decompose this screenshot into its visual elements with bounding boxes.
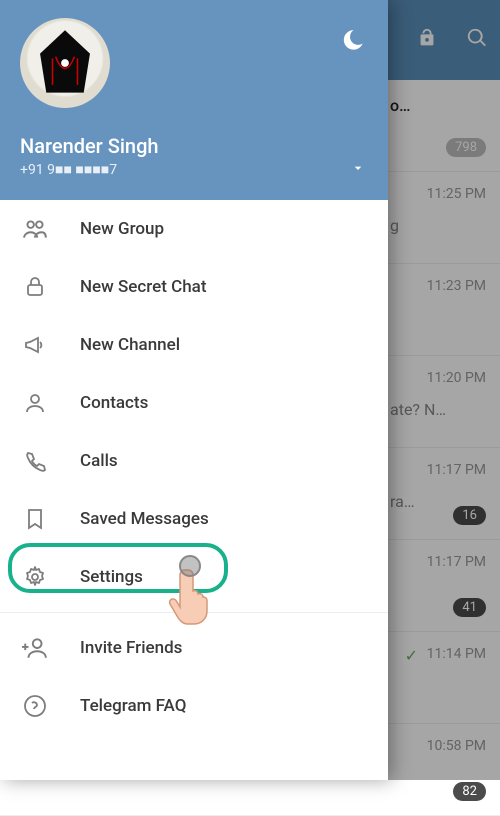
menu-label: Saved Messages [80, 509, 209, 529]
menu-label: New Secret Chat [80, 277, 207, 297]
menu-label: Contacts [80, 393, 148, 413]
menu-label: Invite Friends [80, 638, 182, 658]
night-mode-icon[interactable] [340, 28, 366, 58]
menu-label: Calls [80, 451, 118, 471]
avatar[interactable] [20, 18, 110, 108]
drawer-menu: New Group New Secret Chat New Channel Co… [0, 200, 388, 780]
menu-contacts[interactable]: Contacts [0, 374, 388, 432]
group-icon [22, 216, 48, 242]
menu-new-secret-chat[interactable]: New Secret Chat [0, 258, 388, 316]
unread-badge: 82 [453, 782, 486, 801]
user-phone: +91 9■■ ■■■■7 [20, 161, 368, 178]
menu-label: Settings [80, 567, 143, 587]
menu-divider [0, 612, 388, 613]
menu-telegram-faq[interactable]: Telegram FAQ [0, 677, 388, 735]
navigation-drawer: Narender Singh +91 9■■ ■■■■7 New Group N… [0, 0, 388, 780]
drawer-header: Narender Singh +91 9■■ ■■■■7 [0, 0, 388, 200]
menu-label: New Group [80, 219, 164, 239]
dim-overlay[interactable] [388, 0, 500, 780]
user-name: Narender Singh [20, 134, 368, 158]
person-icon [22, 391, 48, 415]
menu-new-channel[interactable]: New Channel [0, 316, 388, 374]
menu-label: Telegram FAQ [80, 696, 186, 716]
lock-icon [22, 275, 48, 299]
gear-icon [22, 565, 48, 589]
megaphone-icon [22, 333, 48, 357]
menu-saved-messages[interactable]: Saved Messages [0, 490, 388, 548]
menu-settings[interactable]: Settings [0, 548, 388, 606]
menu-label: New Channel [80, 335, 180, 355]
menu-calls[interactable]: Calls [0, 432, 388, 490]
help-icon [22, 694, 48, 718]
menu-invite-friends[interactable]: Invite Friends [0, 619, 388, 677]
chevron-down-icon[interactable] [350, 160, 366, 180]
add-person-icon [22, 635, 48, 661]
menu-new-group[interactable]: New Group [0, 200, 388, 258]
phone-icon [22, 449, 48, 473]
bookmark-icon [22, 507, 48, 531]
